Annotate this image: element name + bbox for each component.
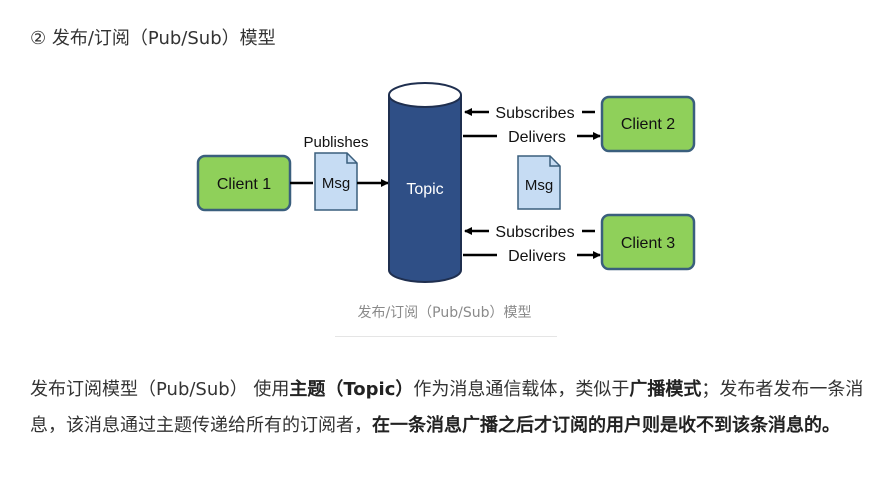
para-bold-topic: 主题（Topic）: [289, 379, 414, 400]
delivers-top-label: Delivers: [508, 129, 566, 146]
msg-document-icon: Msg: [314, 152, 358, 211]
description-paragraph: 发布订阅模型（Pub/Sub） 使用主题（Topic）作为消息通信载体，类似于广…: [30, 372, 865, 444]
client-1-box: Client 1: [196, 154, 292, 212]
msg-publish-label: Msg: [322, 175, 350, 192]
para-bold-conclusion: 在一条消息广播之后才订阅的用户则是收不到该条消息的。: [372, 415, 840, 436]
pubsub-diagram: Client 1 Publishes Msg Topic Subscribes: [195, 80, 705, 285]
section-heading: ② 发布/订阅（Pub/Sub）模型: [30, 28, 276, 49]
client-1-label: Client 1: [217, 176, 271, 193]
para-text-1: 发布订阅模型（Pub/Sub） 使用: [30, 379, 290, 400]
client-3-label: Client 3: [621, 235, 675, 252]
caption-divider: [335, 336, 557, 337]
para-text-2: 作为消息通信载体，类似于: [413, 379, 630, 400]
msg-center-document-icon: Msg: [517, 155, 561, 210]
client-2-label: Client 2: [621, 116, 675, 133]
figure-caption: 发布/订阅（Pub/Sub）模型: [357, 305, 532, 321]
subscribes-top-label: Subscribes: [495, 105, 574, 122]
topic-label: Topic: [406, 181, 443, 198]
topic-cylinder: Topic: [388, 82, 462, 283]
client-3-box: Client 3: [600, 213, 696, 271]
client-2-box: Client 2: [600, 95, 696, 153]
publishes-label: Publishes: [303, 134, 368, 151]
msg-center-label: Msg: [525, 177, 553, 194]
delivers-bottom-label: Delivers: [508, 248, 566, 265]
subscribes-bottom-label: Subscribes: [495, 224, 574, 241]
pubsub-diagram-svg: Client 1 Publishes Msg Topic Subscribes: [196, 82, 696, 283]
para-bold-broadcast: 广播模式: [629, 379, 702, 400]
